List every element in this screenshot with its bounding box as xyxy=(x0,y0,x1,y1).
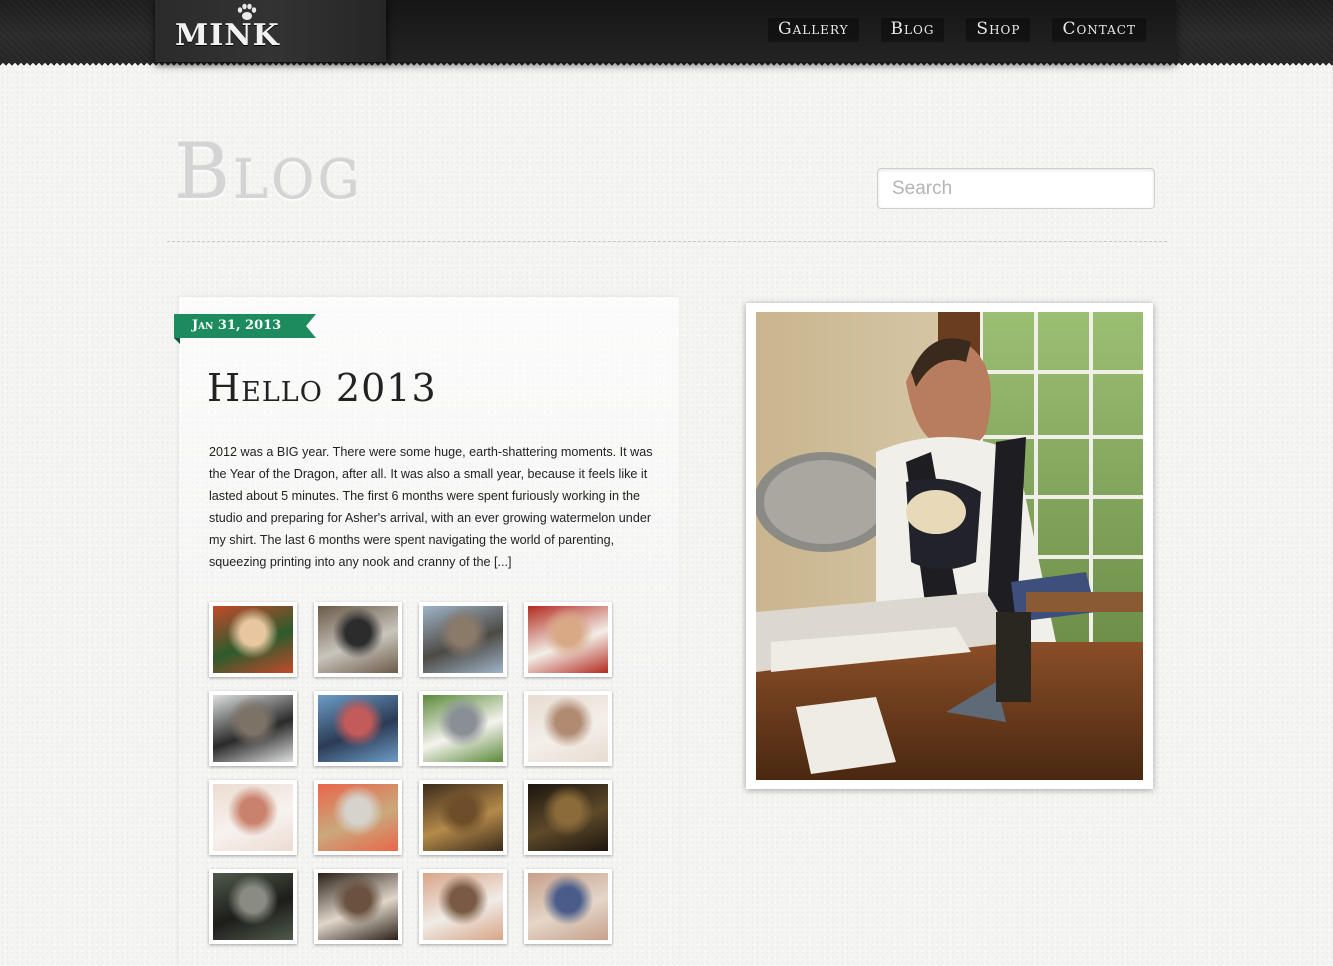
thumbnail[interactable] xyxy=(209,780,297,855)
studio-press-photo xyxy=(423,784,503,851)
nav-blog[interactable]: Blog xyxy=(880,18,945,42)
post-title[interactable]: Hello 2013 xyxy=(207,366,437,410)
heading-divider xyxy=(167,241,1167,242)
bride-in-dress-photo xyxy=(213,784,293,851)
baby-in-green-photo xyxy=(213,606,293,673)
wedding-couple-photo xyxy=(423,695,503,762)
header: MINK Gallery Blog Shop Contact xyxy=(155,0,1176,62)
thumbnail[interactable] xyxy=(419,780,507,855)
thumbnail[interactable] xyxy=(419,691,507,766)
group-outdoors-photo xyxy=(423,606,503,673)
santa-with-baby-photo xyxy=(528,606,608,673)
thumbnail[interactable] xyxy=(209,691,297,766)
bride-dancing-photo xyxy=(528,695,608,762)
feature-photo-frame[interactable] xyxy=(746,303,1153,789)
press-closeup-photo xyxy=(213,873,293,940)
thumbnail[interactable] xyxy=(524,691,612,766)
thumbnail[interactable] xyxy=(314,602,402,677)
thumbnail[interactable] xyxy=(524,602,612,677)
man-with-machine-photo xyxy=(213,695,293,762)
page-title: Blog xyxy=(174,127,363,216)
logo-text: MINK xyxy=(175,18,280,53)
thumbnail[interactable] xyxy=(209,602,297,677)
father-and-baby-photo xyxy=(423,873,503,940)
main-nav: Gallery Blog Shop Contact xyxy=(768,18,1146,42)
thumbnail[interactable] xyxy=(524,869,612,944)
search-input[interactable] xyxy=(877,168,1155,209)
press-wheel-photo xyxy=(528,784,608,851)
baby-birthday-photo xyxy=(528,873,608,940)
thumbnail[interactable] xyxy=(314,780,402,855)
thumbnail[interactable] xyxy=(419,602,507,677)
man-working-photo xyxy=(318,873,398,940)
post-excerpt: 2012 was a BIG year. There were some hug… xyxy=(209,445,653,569)
man-with-baby-at-press-photo xyxy=(756,312,1143,780)
logo[interactable]: MINK xyxy=(155,0,386,62)
thumbnail[interactable] xyxy=(524,780,612,855)
ribbon-fold xyxy=(174,338,180,344)
nav-contact[interactable]: Contact xyxy=(1052,18,1146,42)
thumbnail[interactable] xyxy=(419,869,507,944)
thumbnail[interactable] xyxy=(314,869,402,944)
man-at-press-photo xyxy=(318,606,398,673)
thumbnail[interactable] xyxy=(209,869,297,944)
nav-shop[interactable]: Shop xyxy=(966,18,1031,42)
printed-cards-photo xyxy=(318,784,398,851)
thumbnail[interactable] xyxy=(314,691,402,766)
nav-gallery[interactable]: Gallery xyxy=(768,18,859,42)
family-at-beach-photo xyxy=(318,695,398,762)
post-date-ribbon: Jan 31, 2013 xyxy=(174,314,316,338)
top-bar-edge xyxy=(0,62,1333,68)
